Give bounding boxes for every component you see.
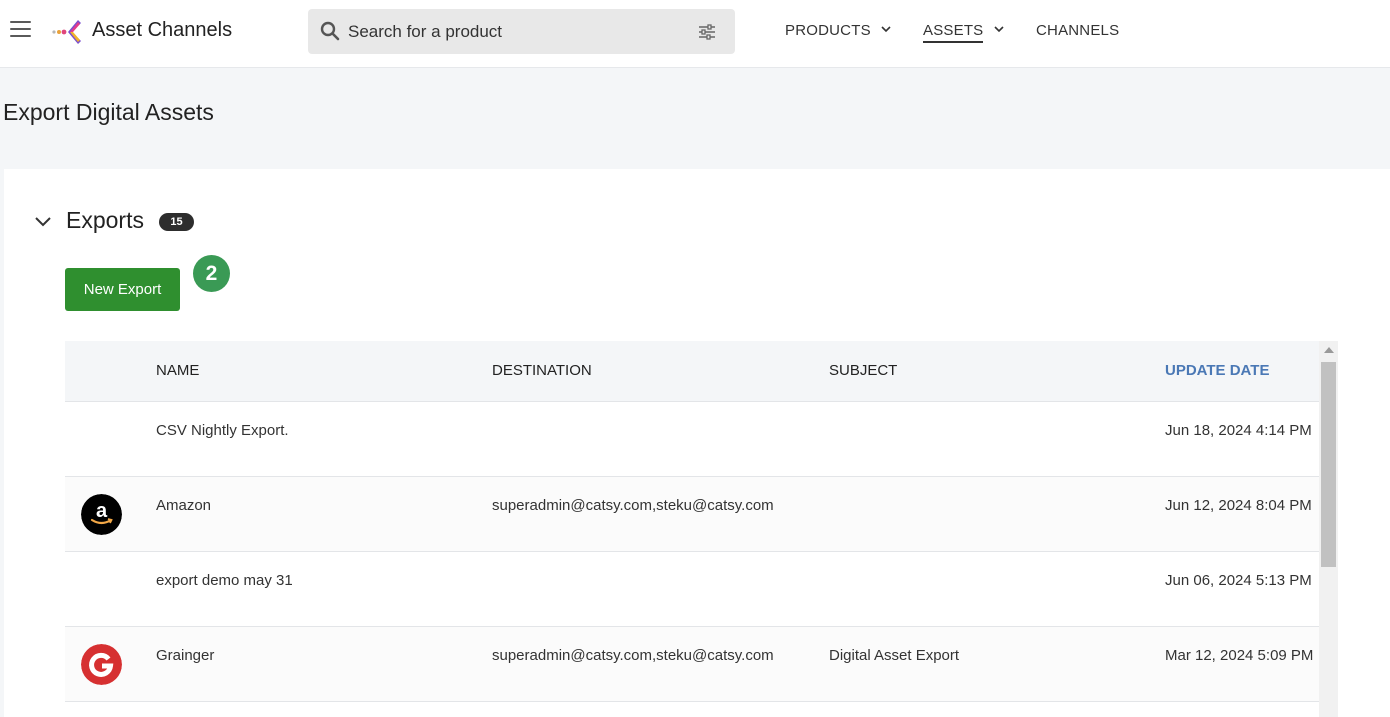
column-header-name[interactable]: NAME [156, 362, 199, 379]
exports-panel: Exports 15 New Export 2 NAME DESTINATION… [4, 169, 1390, 717]
scrollbar-thumb[interactable] [1321, 362, 1336, 567]
search-input[interactable] [348, 9, 688, 54]
row-subject: Digital Asset Export [829, 647, 960, 664]
exports-table: NAME DESTINATION SUBJECT UPDATE DATE CSV… [65, 341, 1319, 702]
row-name: Grainger [156, 647, 215, 664]
table-row[interactable]: a Amazon superadmin@catsy.com,steku@cats… [65, 477, 1319, 552]
row-name: export demo may 31 [156, 572, 293, 589]
search-icon[interactable] [320, 21, 340, 41]
count-badge: 15 [159, 213, 194, 231]
chevron-down-icon [994, 26, 1004, 33]
row-destination: superadmin@catsy.com,steku@catsy.com [492, 497, 774, 514]
section-title: Exports [66, 207, 144, 233]
table-row[interactable]: Grainger superadmin@catsy.com,steku@cats… [65, 627, 1319, 702]
table-row[interactable]: export demo may 31 Jun 06, 2024 5:13 PM [65, 552, 1319, 627]
grainger-logo-icon [81, 644, 122, 685]
table-row[interactable]: CSV Nightly Export. Jun 18, 2024 4:14 PM [65, 402, 1319, 477]
filter-settings-icon[interactable] [698, 23, 716, 41]
row-update-date: Jun 12, 2024 8:04 PM [1165, 497, 1312, 514]
scroll-up-arrow-icon[interactable] [1324, 347, 1334, 353]
step-badge: 2 [193, 255, 230, 292]
chevron-down-icon [881, 26, 891, 33]
asset-channels-logo-icon [52, 20, 81, 44]
row-update-date: Jun 06, 2024 5:13 PM [1165, 572, 1312, 589]
search-bar [308, 9, 735, 54]
column-header-update-date[interactable]: UPDATE DATE [1165, 362, 1269, 379]
table-header: NAME DESTINATION SUBJECT UPDATE DATE [65, 341, 1319, 402]
menu-icon[interactable] [10, 21, 31, 41]
svg-text:a: a [96, 500, 108, 522]
page-title: Export Digital Assets [3, 99, 214, 125]
column-header-subject[interactable]: SUBJECT [829, 362, 897, 379]
row-update-date: Mar 12, 2024 5:09 PM [1165, 647, 1314, 664]
row-destination: superadmin@catsy.com,steku@catsy.com [492, 647, 774, 664]
nav-channels[interactable]: CHANNELS [1036, 22, 1119, 39]
table-scrollbar[interactable] [1319, 341, 1338, 717]
new-export-button[interactable]: New Export [65, 268, 180, 311]
amazon-logo-icon: a [81, 494, 122, 535]
column-header-destination[interactable]: DESTINATION [492, 362, 592, 379]
row-name: CSV Nightly Export. [156, 422, 289, 439]
app-title: Asset Channels [92, 19, 233, 41]
nav-products[interactable]: PRODUCTS [785, 22, 891, 39]
top-bar: Asset Channels PRODUCTS ASSETS CHANNELS [0, 0, 1390, 68]
row-name: Amazon [156, 497, 212, 514]
nav-assets[interactable]: ASSETS [923, 22, 1004, 43]
row-update-date: Jun 18, 2024 4:14 PM [1165, 422, 1312, 439]
chevron-down-icon[interactable] [34, 214, 52, 228]
